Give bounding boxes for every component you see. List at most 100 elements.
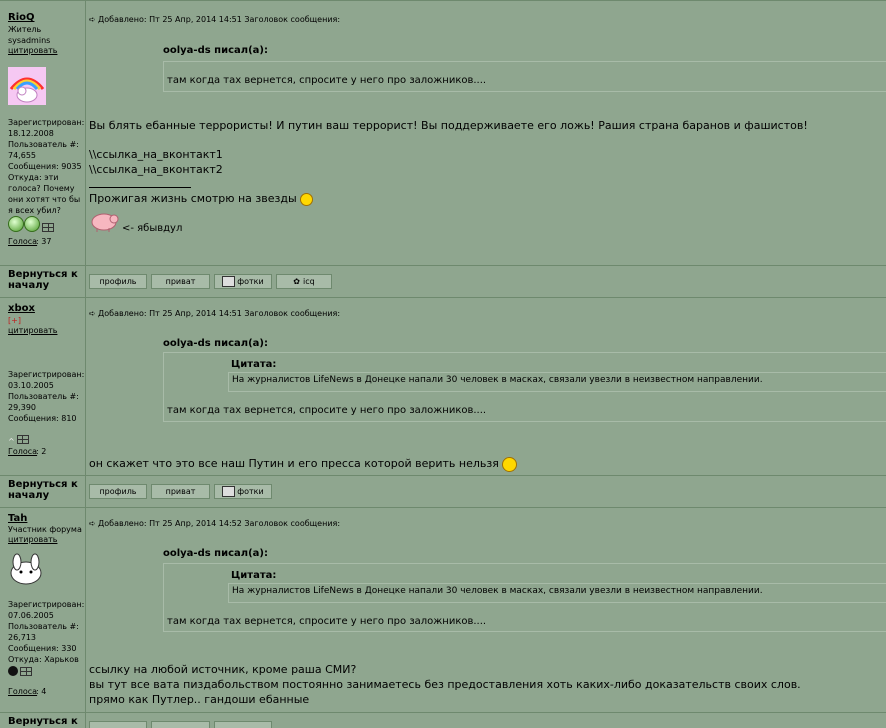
cite-text: На журналистов LifeNews в Донецке напали… — [232, 586, 763, 596]
quote-box: Цитата: На журналистов LifeNews в Донецк… — [163, 563, 886, 632]
private-message-button[interactable]: приват — [151, 274, 210, 289]
post-arrow-icon[interactable]: ➪ — [89, 309, 98, 318]
bomb-icon[interactable] — [8, 666, 18, 676]
votes-count: : 2 — [36, 447, 47, 456]
votes-count: : 4 — [36, 687, 47, 696]
post-footer: Вернуться к началу профиль приват фотки … — [0, 265, 886, 298]
post-arrow-icon[interactable]: ➪ — [89, 519, 98, 528]
post-author-panel: xbox [+] цитировать Зарегистрирован: 03.… — [0, 298, 86, 476]
icq-label: icq — [303, 277, 315, 286]
post-1: RioQ Житель sysadmins цитировать Зарегис… — [0, 0, 886, 266]
user-number-label: Пользователь #: — [8, 622, 79, 631]
author-title: Житель sysadmins — [8, 25, 51, 45]
post-content: ➪ Добавлено: Пт 25 Апр, 2014 14:51 Заголо… — [86, 1, 886, 266]
from-label: Откуда: — [8, 173, 42, 182]
rainbow-unicorn-avatar-icon — [8, 67, 46, 105]
votes-link[interactable]: Голоса — [8, 687, 37, 696]
quote-author: oolya-ds писал(а): — [163, 45, 268, 56]
quote-box: Цитата: На журналистов LifeNews в Донецк… — [163, 352, 886, 422]
smiley-icon — [300, 192, 314, 206]
avatar — [8, 553, 44, 587]
quote-box: там когда тах вернется, спросите у него … — [163, 61, 886, 92]
back-to-top-link[interactable]: Вернуться к началу — [8, 479, 78, 501]
messages-label: Сообщения: — [8, 644, 59, 653]
author-title: Участник форума — [8, 525, 82, 534]
expand-icon[interactable] — [42, 223, 54, 232]
author-name[interactable]: xbox — [8, 303, 35, 314]
post-header: ➪ Добавлено: Пт 25 Апр, 2014 14:52 Заголо… — [89, 519, 340, 528]
quote-author: oolya-ds писал(а): — [163, 338, 268, 349]
author-name[interactable]: RioQ — [8, 12, 35, 23]
icq-flower-icon: ✿ — [293, 277, 300, 286]
photos-label: фотки — [237, 487, 264, 496]
post-arrow-icon[interactable]: ➪ — [89, 15, 98, 24]
post-header: ➪ Добавлено: Пт 25 Апр, 2014 14:51 Заголо… — [89, 309, 340, 318]
back-to-top-link[interactable]: Вернуться к началу — [8, 716, 78, 728]
photos-button[interactable]: фотки — [214, 274, 272, 289]
post-body-line: вы тут все вата пиздабольством постоянно… — [89, 678, 801, 691]
author-name[interactable]: Tah — [8, 513, 27, 524]
user-number: 29,390 — [8, 403, 36, 412]
vote-up-icon[interactable] — [8, 216, 24, 232]
cite-text: На журналистов LifeNews в Донецке напали… — [232, 375, 763, 385]
user-number-label: Пользователь #: — [8, 140, 79, 149]
vote-icons — [8, 216, 54, 235]
quote-link[interactable]: цитировать — [8, 46, 57, 55]
private-message-button[interactable]: приват — [151, 484, 210, 499]
signature-2: <- ябывдул — [122, 223, 183, 234]
post-body-line: Вы блять ебанные террористы! И путин ваш… — [89, 119, 808, 132]
up-arrow-icon[interactable]: ^ — [8, 437, 15, 446]
post-date: Добавлено: Пт 25 Апр, 2014 14:52 Заголов… — [98, 519, 341, 528]
post-content: ➪ Добавлено: Пт 25 Апр, 2014 14:51 Заголо… — [86, 298, 886, 476]
expand-icon[interactable] — [20, 667, 32, 676]
registered-date: 07.06.2005 — [8, 611, 54, 620]
post-footer: Вернуться к началу профиль приват фотки — [0, 475, 886, 508]
avatar — [8, 67, 46, 105]
messages-label: Сообщения: — [8, 414, 59, 423]
quote-text: там когда тах вернется, спросите у него … — [167, 616, 487, 627]
icq-button[interactable]: ✿ icq — [276, 274, 332, 289]
registered-date: 18.12.2008 — [8, 129, 54, 138]
post-body-line: \\ссылка_на_вконтакт1 — [89, 148, 223, 161]
back-to-top-link[interactable]: Вернуться к началу — [8, 269, 78, 291]
post-body-line: он скажет что это все наш Путин и его пр… — [89, 456, 518, 472]
photos-button[interactable]: фотки — [214, 484, 272, 499]
photos-icon — [222, 486, 236, 497]
registered-label: Зарегистрирован: — [8, 600, 85, 609]
user-number-label: Пользователь #: — [8, 392, 79, 401]
post-body-line: прямо как Путлер.. гандоши ебанные — [89, 693, 310, 706]
footer-divider — [85, 476, 86, 508]
post-body-line: \\ссылка_на_вконтакт2 — [89, 163, 223, 176]
quote-link[interactable]: цитировать — [8, 535, 57, 544]
quote-text: там когда тах вернется, спросите у него … — [167, 405, 487, 416]
from-label: Откуда: — [8, 655, 42, 664]
votes-link[interactable]: Голоса — [8, 447, 37, 456]
footer-divider — [85, 713, 86, 728]
quote-link[interactable]: цитировать — [8, 326, 57, 335]
post-footer: Вернуться к началу — [0, 712, 886, 728]
vote-icons: ^ — [8, 435, 29, 447]
post-date: Добавлено: Пт 25 Апр, 2014 14:51 Заголов… — [98, 309, 341, 318]
user-number: 74,655 — [8, 151, 36, 160]
user-number: 26,713 — [8, 633, 36, 642]
bunny-avatar-icon — [8, 553, 44, 587]
cite-box: На журналистов LifeNews в Донецке напали… — [228, 372, 886, 392]
messages-count: 330 — [61, 644, 77, 653]
cite-box: На журналистов LifeNews в Донецке напали… — [228, 583, 886, 603]
votes-count: : 37 — [36, 237, 52, 246]
post-2: xbox [+] цитировать Зарегистрирован: 03.… — [0, 297, 886, 476]
signature-text: Прожигая жизнь смотрю на звезды — [89, 192, 297, 205]
signature: Прожигая жизнь смотрю на звезды — [89, 191, 314, 206]
post-author-panel: RioQ Житель sysadmins цитировать Зарегис… — [0, 1, 86, 266]
profile-button[interactable]: профиль — [89, 274, 147, 289]
profile-button[interactable]: профиль — [89, 484, 147, 499]
footer-divider — [85, 266, 86, 298]
expand-icon[interactable] — [16, 435, 29, 444]
post-header: ➪ Добавлено: Пт 25 Апр, 2014 14:51 Заголо… — [89, 15, 340, 24]
votes-link[interactable]: Голоса — [8, 237, 37, 246]
registered-label: Зарегистрирован: — [8, 370, 85, 379]
vote-up-icon[interactable] — [24, 216, 40, 232]
pig-icon — [89, 210, 119, 235]
post-date: Добавлено: Пт 25 Апр, 2014 14:51 Заголов… — [98, 15, 341, 24]
cite-label: Цитата: — [231, 359, 277, 370]
